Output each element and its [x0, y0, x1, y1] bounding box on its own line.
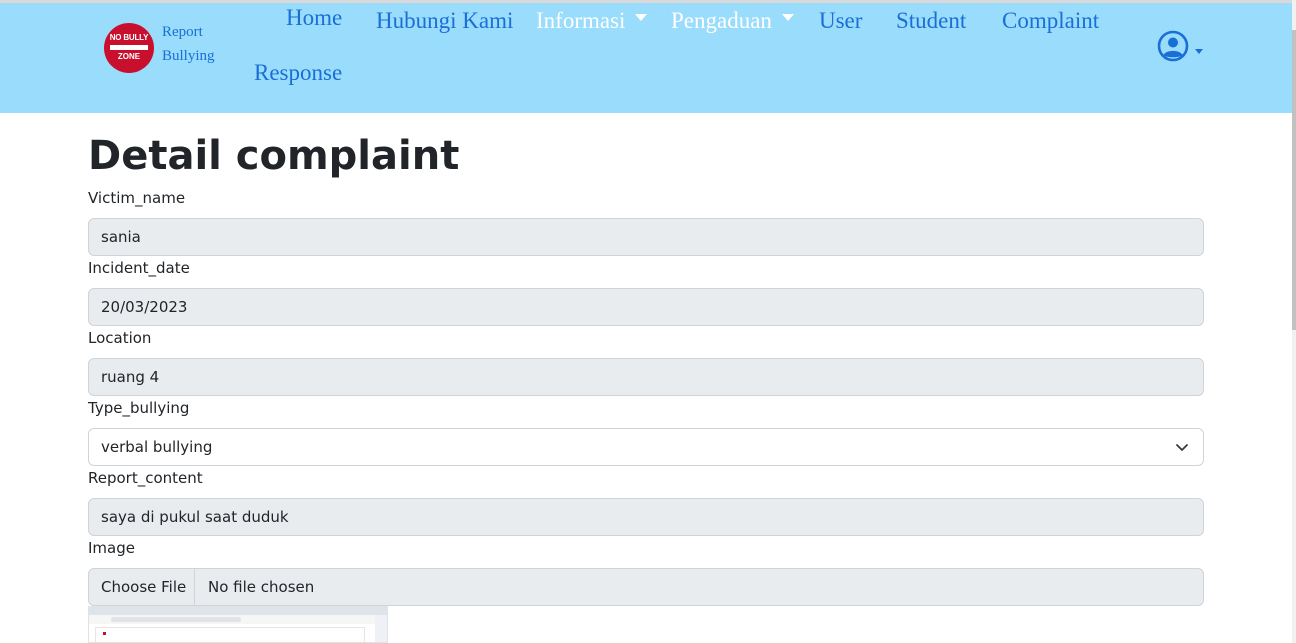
caret-down-icon: [635, 14, 648, 22]
caret-down-icon: [1195, 49, 1203, 54]
thumbnail-sidebar: [375, 615, 387, 642]
thumbnail-tabbar: [89, 607, 387, 615]
nav-complaint[interactable]: Complaint: [1002, 8, 1099, 34]
type-bullying-label: Type_bullying: [88, 399, 190, 417]
thumbnail-dot: [103, 632, 106, 635]
logo-text-top: NO BULLY: [109, 33, 149, 42]
user-menu[interactable]: [1157, 30, 1207, 64]
user-circle-icon: [1157, 30, 1189, 62]
nav-response[interactable]: Response: [254, 60, 342, 86]
navbar: NO BULLY ZONE Report Bullying Home Hubun…: [0, 3, 1292, 113]
type-bullying-value: verbal bullying: [101, 438, 213, 456]
complaint-image-thumbnail: [88, 606, 388, 643]
caret-down-icon: [781, 14, 794, 22]
nav-home[interactable]: Home: [286, 5, 342, 31]
thumbnail-card: [95, 627, 365, 642]
nav-pengaduan-dropdown[interactable]: Pengaduan: [671, 8, 794, 34]
nav-hubungi-kami[interactable]: Hubungi Kami: [376, 8, 513, 34]
location-label: Location: [88, 329, 152, 347]
nav-informasi-dropdown[interactable]: Informasi: [536, 8, 648, 34]
incident-date-field[interactable]: 20/03/2023: [88, 288, 1204, 326]
no-bully-zone-logo[interactable]: NO BULLY ZONE: [104, 23, 154, 73]
choose-file-button[interactable]: Choose File: [89, 569, 195, 605]
scrollbar-thumb[interactable]: [1292, 30, 1296, 330]
thumbnail-url: [111, 617, 241, 622]
brand-name-line1[interactable]: Report: [162, 24, 203, 41]
incident-date-label: Incident_date: [88, 259, 190, 277]
logo-text-bottom: ZONE: [117, 52, 141, 61]
logo-bar: [110, 45, 148, 50]
report-content-label: Report_content: [88, 469, 203, 487]
nav-pengaduan-label: Pengaduan: [671, 8, 772, 33]
location-field[interactable]: ruang 4: [88, 358, 1204, 396]
image-label: Image: [88, 539, 135, 557]
nav-user[interactable]: User: [819, 8, 862, 34]
type-bullying-select[interactable]: verbal bullying: [88, 428, 1204, 466]
file-status-text: No file chosen: [208, 578, 315, 596]
image-file-input[interactable]: Choose File No file chosen: [88, 568, 1204, 606]
chevron-down-icon: [1176, 444, 1188, 451]
victim-name-label: Victim_name: [88, 189, 186, 207]
page-scrollbar[interactable]: [1292, 0, 1296, 643]
report-content-field[interactable]: saya di pukul saat duduk: [88, 498, 1204, 536]
nav-informasi-label: Informasi: [536, 8, 626, 33]
brand-name-line2[interactable]: Bullying: [162, 48, 215, 65]
nav-student[interactable]: Student: [896, 8, 966, 34]
victim-name-field[interactable]: sania: [88, 218, 1204, 256]
page-title: Detail complaint: [88, 133, 460, 179]
